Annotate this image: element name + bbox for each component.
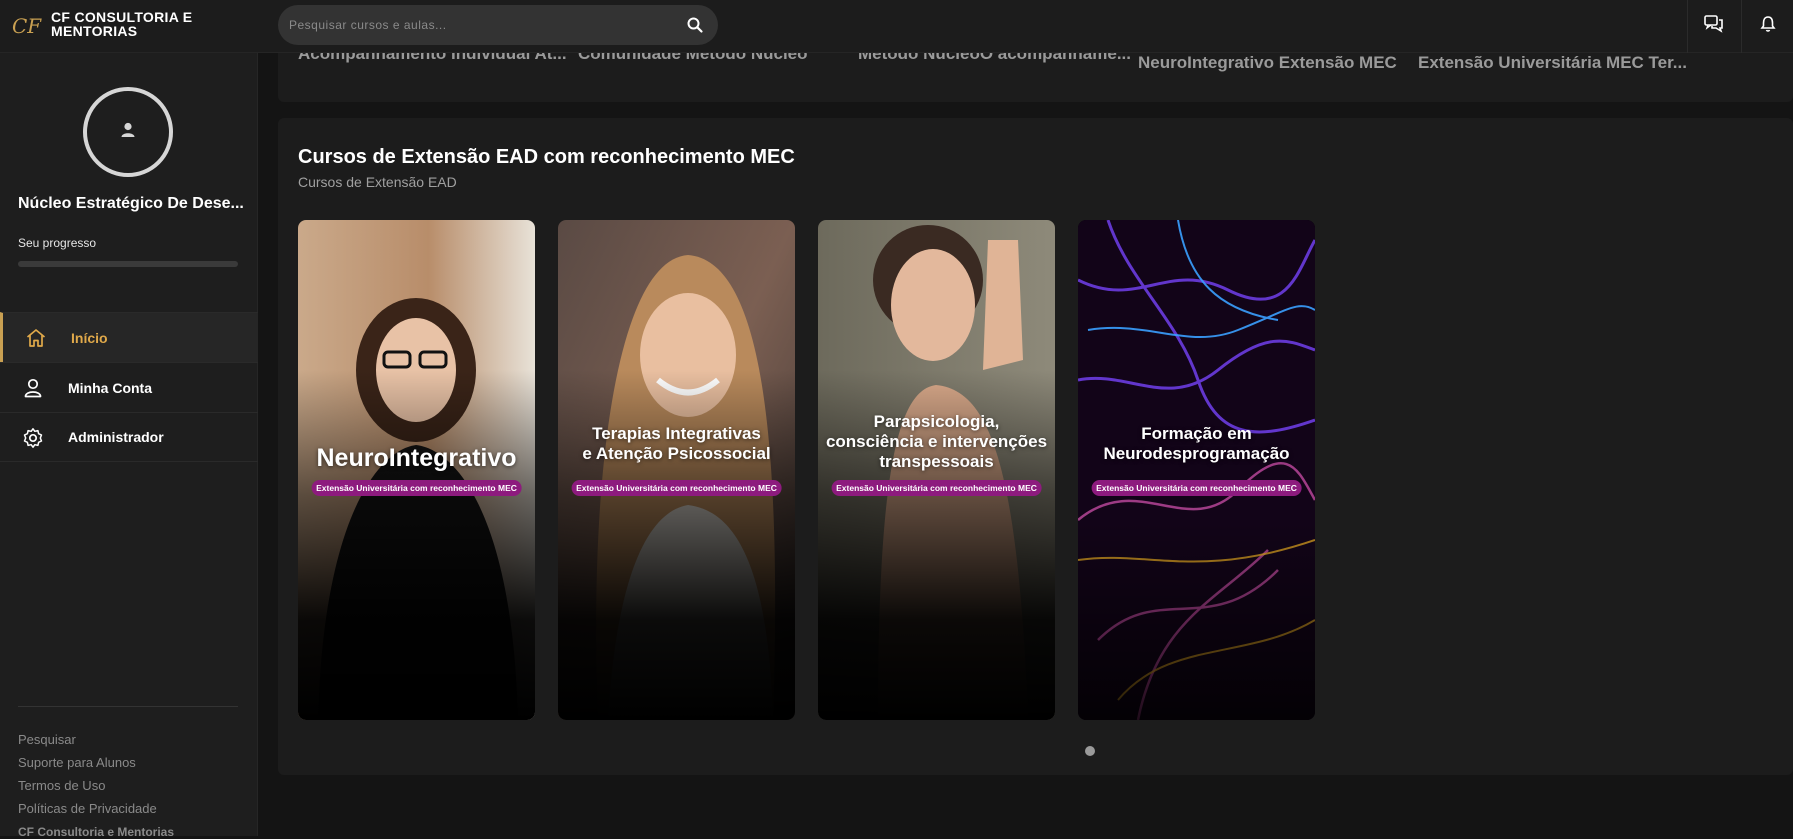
sidebar-item-label: Administrador xyxy=(68,429,164,445)
course-card-title: Formação em Neurodesprogramação xyxy=(1103,424,1290,463)
link-privacidade[interactable]: Políticas de Privacidade xyxy=(18,797,157,820)
top-bar: CF CF CONSULTORIA E MENTORIAS xyxy=(0,0,1793,53)
course-card-title: NeuroIntegrativo xyxy=(316,444,517,472)
previous-course-row: Acompanhamento Individual At... Comunida… xyxy=(278,53,1793,102)
course-card-badge: Extensão Universitária com reconheciment… xyxy=(1091,480,1302,496)
search-icon[interactable] xyxy=(686,16,704,34)
section-subtitle: Cursos de Extensão EAD xyxy=(298,174,457,190)
user-icon xyxy=(21,376,45,400)
gear-icon xyxy=(21,426,45,450)
search-input[interactable] xyxy=(289,5,669,45)
sidebar-item-administrador[interactable]: Administrador xyxy=(0,412,258,462)
sidebar-footer: CF Consultoria e Mentorias xyxy=(18,825,175,839)
course-card-title: Terapias Integrativas e Atenção Psicosso… xyxy=(582,424,771,463)
course-card[interactable]: Parapsicologia, consciência e intervençõ… xyxy=(818,220,1055,720)
sidebar: Núcleo Estratégico De Dese... Seu progre… xyxy=(0,53,258,839)
link-termos[interactable]: Termos de Uso xyxy=(18,774,157,797)
search-bar xyxy=(278,5,718,45)
sidebar-item-minha-conta[interactable]: Minha Conta xyxy=(0,362,258,412)
course-title[interactable]: Comunidade Método Núcleo xyxy=(578,53,808,64)
course-title[interactable]: NeuroIntegrativo Extensão MEC xyxy=(1138,53,1397,73)
chat-icon xyxy=(1703,15,1724,38)
progress-bar xyxy=(18,261,238,267)
bell-icon xyxy=(1759,15,1776,38)
course-title[interactable]: Extensão Universitária MEC Ter... xyxy=(1418,53,1687,73)
sidebar-item-label: Início xyxy=(71,329,108,346)
avatar[interactable] xyxy=(83,87,173,177)
sidebar-item-label: Minha Conta xyxy=(68,379,152,396)
course-card[interactable]: NeuroIntegrativo Extensão Universitária … xyxy=(298,220,535,720)
sidebar-links: Pesquisar Suporte para Alunos Termos de … xyxy=(18,728,157,820)
home-icon xyxy=(24,326,48,350)
progress-label: Seu progresso xyxy=(18,236,97,250)
brand-name[interactable]: CF CONSULTORIA E MENTORIAS xyxy=(51,10,241,38)
course-card-title: Parapsicologia, consciência e intervençõ… xyxy=(825,412,1048,471)
card-overlay xyxy=(1078,220,1315,720)
sidebar-item-inicio[interactable]: Início xyxy=(0,312,258,362)
sidebar-nav: Início Minha Conta Administrador xyxy=(0,312,258,462)
link-suporte[interactable]: Suporte para Alunos xyxy=(18,751,157,774)
carousel-dot[interactable] xyxy=(1085,746,1095,756)
course-card-badge: Extensão Universitária com reconheciment… xyxy=(571,480,782,496)
course-title[interactable]: Acompanhamento Individual At... xyxy=(298,53,567,64)
link-pesquisar[interactable]: Pesquisar xyxy=(18,728,157,751)
course-card-badge: Extensão Universitária com reconheciment… xyxy=(831,480,1042,496)
card-overlay xyxy=(558,220,795,720)
course-card[interactable]: Formação em Neurodesprogramação Extensão… xyxy=(1078,220,1315,720)
chat-button[interactable] xyxy=(1687,0,1739,53)
sidebar-divider xyxy=(18,706,238,707)
brand-logo[interactable]: CF xyxy=(12,13,41,39)
course-card[interactable]: Terapias Integrativas e Atenção Psicosso… xyxy=(558,220,795,720)
user-avatar-icon xyxy=(119,121,137,144)
course-card-badge: Extensão Universitária com reconheciment… xyxy=(311,480,522,496)
user-name: Núcleo Estratégico De Dese... xyxy=(18,195,244,212)
section-title: Cursos de Extensão EAD com reconheciment… xyxy=(298,146,795,168)
notifications-button[interactable] xyxy=(1741,0,1793,53)
course-section: Cursos de Extensão EAD com reconheciment… xyxy=(278,118,1793,775)
course-title[interactable]: Método NúcleoO acompanhame... xyxy=(858,53,1131,64)
